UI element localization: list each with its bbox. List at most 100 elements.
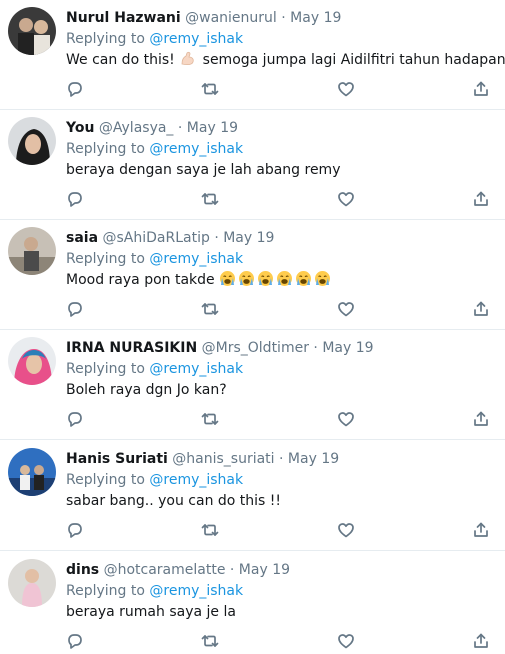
emoji-group [219, 270, 333, 288]
like-icon[interactable] [337, 190, 357, 210]
replying-label: Replying to [66, 251, 145, 267]
tweet-text: beraya rumah saya je la [66, 602, 236, 622]
retweet-icon[interactable] [201, 632, 221, 652]
tweet[interactable]: You @Aylasya_ · May 19 Replying to @remy… [0, 110, 505, 220]
separator-dot: · [214, 230, 219, 246]
tweet-date[interactable]: May 19 [288, 451, 339, 467]
tweet-actions [66, 632, 496, 652]
reply-icon[interactable] [66, 80, 86, 100]
reply-icon[interactable] [66, 190, 86, 210]
replying-label: Replying to [66, 583, 145, 599]
tweet-text-part: Mood raya pon takde [66, 272, 215, 288]
replying-to: Replying to @remy_ishak [66, 249, 243, 269]
user-handle[interactable]: @hanis_suriati [172, 451, 274, 467]
tweet-text: beraya dengan saya je lah abang remy [66, 160, 340, 180]
tweet-date[interactable]: May 19 [239, 562, 290, 578]
tweet-text-part: beraya rumah saya je la [66, 604, 236, 620]
tweet-header: Hanis Suriati @hanis_suriati · May 19 [66, 449, 339, 469]
avatar[interactable] [8, 559, 56, 607]
replying-label: Replying to [66, 141, 145, 157]
tweet[interactable]: IRNA NURASIKIN @Mrs_Oldtimer · May 19 Re… [0, 330, 505, 440]
separator-dot: · [229, 562, 235, 578]
replying-to: Replying to @remy_ishak [66, 581, 243, 601]
share-icon[interactable] [472, 80, 492, 100]
avatar[interactable] [8, 7, 56, 55]
replying-label: Replying to [66, 361, 145, 377]
like-icon[interactable] [337, 80, 357, 100]
user-handle[interactable]: @wanienurul [185, 10, 277, 26]
tweet-date[interactable]: May 19 [322, 340, 373, 356]
tweet-text: sabar bang.. you can do this !! [66, 491, 281, 511]
share-icon[interactable] [472, 300, 492, 320]
mention-link[interactable]: @remy_ishak [149, 141, 243, 157]
tweet[interactable]: saia @sAhiDaRLatip · May 19 Replying to … [0, 220, 505, 330]
user-handle[interactable]: @Aylasya_ [99, 120, 174, 136]
reply-icon[interactable] [66, 632, 86, 652]
share-icon[interactable] [472, 632, 492, 652]
display-name[interactable]: You [66, 120, 94, 136]
like-icon[interactable] [337, 300, 357, 320]
tweet-text: Boleh raya dgn Jo kan? [66, 380, 227, 400]
user-handle[interactable]: @Mrs_Oldtimer [202, 340, 309, 356]
reply-icon[interactable] [66, 300, 86, 320]
tweet-actions [66, 521, 496, 541]
share-icon[interactable] [472, 190, 492, 210]
reply-icon[interactable] [66, 410, 86, 430]
tweet-header: IRNA NURASIKIN @Mrs_Oldtimer · May 19 [66, 338, 374, 358]
retweet-icon[interactable] [201, 80, 221, 100]
share-icon[interactable] [472, 521, 492, 541]
retweet-icon[interactable] [201, 300, 221, 320]
tweet-date[interactable]: May 19 [187, 120, 238, 136]
flexed-biceps-emoji [179, 50, 196, 67]
loudly-crying-face-emoji [295, 270, 312, 287]
avatar[interactable] [8, 117, 56, 165]
loudly-crying-face-emoji [276, 270, 293, 287]
separator-dot: · [279, 451, 284, 467]
avatar[interactable] [8, 227, 56, 275]
user-handle[interactable]: @hotcaramelatte [104, 562, 226, 578]
like-icon[interactable] [337, 632, 357, 652]
tweet-header: dins @hotcaramelatte · May 19 [66, 560, 290, 580]
avatar[interactable] [8, 337, 56, 385]
like-icon[interactable] [337, 521, 357, 541]
replying-to: Replying to @remy_ishak [66, 29, 243, 49]
display-name[interactable]: dins [66, 562, 99, 578]
like-icon[interactable] [337, 410, 357, 430]
loudly-crying-face-emoji [257, 270, 274, 287]
retweet-icon[interactable] [201, 190, 221, 210]
avatar[interactable] [8, 448, 56, 496]
mention-link[interactable]: @remy_ishak [149, 31, 243, 47]
tweet-actions [66, 410, 496, 430]
share-icon[interactable] [472, 410, 492, 430]
tweet-header: Nurul Hazwani @wanienurul · May 19 [66, 8, 341, 28]
tweet-text: Mood raya pon takde [66, 270, 333, 290]
tweet-text-part: We can do this! [66, 52, 175, 68]
mention-link[interactable]: @remy_ishak [149, 251, 243, 267]
mention-link[interactable]: @remy_ishak [149, 472, 243, 488]
tweet-actions [66, 80, 496, 100]
separator-dot: · [313, 340, 318, 356]
display-name[interactable]: Hanis Suriati [66, 451, 168, 467]
tweet[interactable]: dins @hotcaramelatte · May 19 Replying t… [0, 552, 505, 649]
separator-dot: · [281, 10, 286, 26]
tweet[interactable]: Hanis Suriati @hanis_suriati · May 19 Re… [0, 441, 505, 551]
display-name[interactable]: IRNA NURASIKIN [66, 340, 197, 356]
replying-to: Replying to @remy_ishak [66, 139, 243, 159]
tweet-header: You @Aylasya_ · May 19 [66, 118, 238, 138]
display-name[interactable]: saia [66, 230, 98, 246]
replying-label: Replying to [66, 31, 145, 47]
tweet-text-part: sabar bang.. you can do this !! [66, 493, 282, 509]
tweet-date[interactable]: May 19 [223, 230, 274, 246]
retweet-icon[interactable] [201, 410, 221, 430]
tweet-text-part: semoga jumpa lagi Aidilfitri tahun hadap… [198, 52, 505, 68]
replying-to: Replying to @remy_ishak [66, 359, 243, 379]
retweet-icon[interactable] [201, 521, 221, 541]
reply-icon[interactable] [66, 521, 86, 541]
loudly-crying-face-emoji [219, 270, 236, 287]
mention-link[interactable]: @remy_ishak [149, 361, 243, 377]
tweet-date[interactable]: May 19 [290, 10, 341, 26]
display-name[interactable]: Nurul Hazwani [66, 10, 181, 26]
user-handle[interactable]: @sAhiDaRLatip [102, 230, 209, 246]
tweet[interactable]: Nurul Hazwani @wanienurul · May 19 Reply… [0, 0, 505, 110]
mention-link[interactable]: @remy_ishak [149, 583, 243, 599]
